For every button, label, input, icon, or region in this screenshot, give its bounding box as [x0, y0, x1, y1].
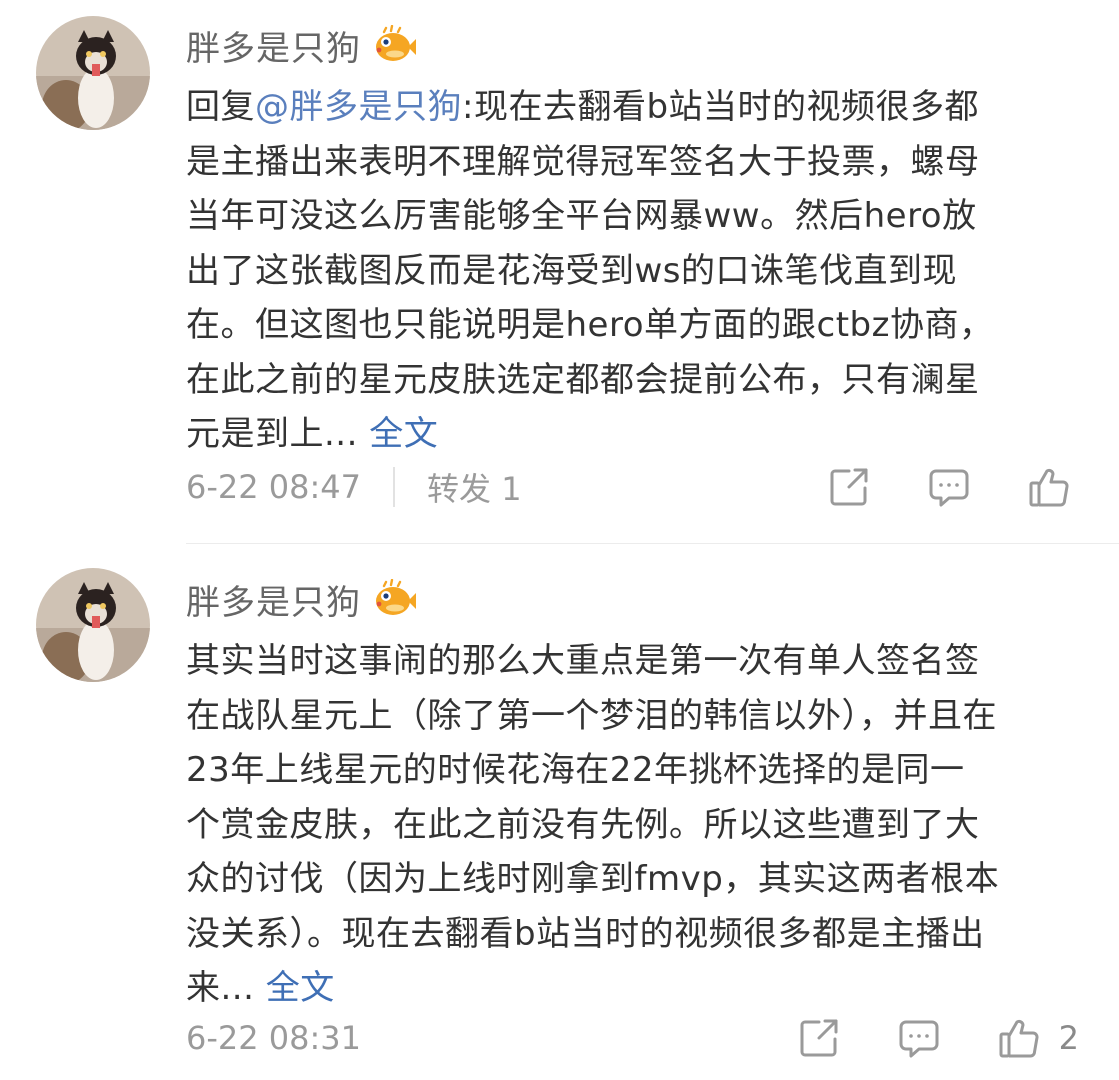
comment-line: 其实当时这事闹的那么大重点是第一次有单人签名签 — [186, 641, 980, 681]
comment-icon[interactable] — [897, 1016, 941, 1060]
full-text-link[interactable]: 全文 — [266, 968, 335, 1008]
comment-meta: 6-22 08:47 转发 1 — [186, 462, 1079, 512]
comment-text: 回复@胖多是只狗:现在去翻看b站当时的视频很多都 是主播出来表明不理解觉得冠军签… — [186, 80, 1086, 462]
full-text-link[interactable]: 全文 — [369, 414, 438, 454]
comment-text: 其实当时这事闹的那么大重点是第一次有单人签名签 在战队星元上（除了第一个梦泪的韩… — [186, 634, 1086, 1016]
username-row: 胖多是只狗 — [186, 20, 417, 70]
action-bar: 2 — [797, 1013, 1079, 1063]
comment-line-text: :现在去翻看b站当时的视频很多都 — [462, 87, 980, 127]
divider — [393, 467, 396, 507]
pufferfish-icon — [371, 24, 417, 65]
comment-line: 是主播出来表明不理解觉得冠军签名大于投票，螺母 — [186, 141, 980, 182]
comment-line: 当年可没这么厉害能够全平台网暴ww。然后hero放 — [186, 196, 977, 236]
username[interactable]: 胖多是只狗 — [186, 575, 361, 624]
thumbs-up-icon[interactable] — [1027, 465, 1071, 509]
comment-line: 元是到上... 全文 — [186, 407, 1086, 462]
reply-prefix: 回复 — [186, 87, 255, 127]
comment-line: 众的讨伐（因为上线时刚拿到fmvp，其实这两者根本 — [186, 859, 1000, 899]
comment-line: 在此之前的星元皮肤选定都都会提前公布，只有澜星 — [186, 359, 980, 400]
avatar[interactable] — [36, 568, 150, 682]
avatar[interactable] — [36, 16, 150, 130]
comment-line: 23年上线星元的时候花海在22年挑杯选择的是同一 — [186, 750, 965, 790]
username[interactable]: 胖多是只狗 — [186, 21, 361, 70]
comment-line-text: 来... — [186, 968, 266, 1008]
comment-line: 在。但这图也只能说明是hero单方面的跟ctbz协商， — [186, 305, 994, 345]
comment-line: 在战队星元上（除了第一个梦泪的韩信以外），并且在 — [186, 695, 997, 736]
username-row: 胖多是只狗 — [186, 574, 417, 624]
comment-icon[interactable] — [927, 465, 971, 509]
mention-link[interactable]: @胖多是只狗 — [255, 87, 462, 127]
comment-meta: 6-22 08:31 2 — [186, 1013, 1079, 1063]
share-icon[interactable] — [797, 1016, 841, 1060]
comment-divider — [186, 543, 1119, 544]
comment-line: 出了这张截图反而是花海受到ws的口诛笔伐直到现 — [186, 250, 958, 291]
like-count: 2 — [1058, 1019, 1079, 1057]
share-icon[interactable] — [827, 465, 871, 509]
repost-button[interactable]: 转发 1 — [427, 464, 522, 510]
comment-line: 个赏金皮肤，在此之前没有先例。所以这些遭到了大 — [186, 804, 980, 845]
thumbs-up-icon[interactable] — [997, 1016, 1041, 1060]
timestamp: 6-22 08:31 — [186, 1019, 362, 1057]
pufferfish-icon — [371, 578, 417, 619]
timestamp: 6-22 08:47 — [186, 468, 362, 506]
action-bar — [827, 462, 1079, 512]
comment-line: 来... 全文 — [186, 961, 1086, 1016]
comment-line: 回复@胖多是只狗:现在去翻看b站当时的视频很多都 — [186, 80, 1086, 135]
comment-line: 没关系）。现在去翻看b站当时的视频很多都是主播出 — [186, 913, 985, 954]
comment-line-text: 元是到上... — [186, 414, 370, 454]
